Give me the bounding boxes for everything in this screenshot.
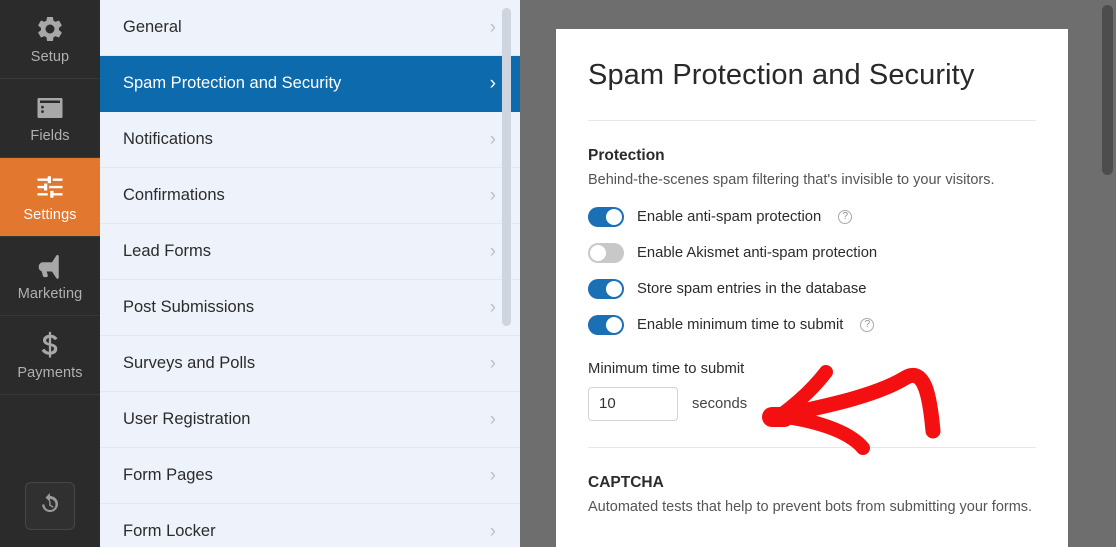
page-title: Spam Protection and Security: [588, 59, 975, 91]
panel-scrollbar[interactable]: [1102, 0, 1113, 547]
revert-changes-button[interactable]: [25, 482, 75, 530]
revert-history-icon: [38, 492, 62, 521]
minimum-time-to-submit-label: Minimum time to submit: [588, 360, 745, 377]
builder-preview-stage: Spam Protection and Security Protection …: [520, 0, 1116, 547]
toggle-row-akismet: Enable Akismet anti-spam protection: [588, 242, 1036, 263]
toggle-label: Enable minimum time to submit: [637, 316, 844, 333]
settings-item-label: Post Submissions: [123, 298, 255, 316]
rail-item-marketing[interactable]: Marketing: [0, 237, 100, 316]
settings-item-user-registration[interactable]: User Registration ›: [100, 392, 520, 448]
toggle-label: Enable Akismet anti-spam protection: [637, 244, 878, 261]
toggle-knob: [606, 280, 622, 297]
toggle-knob: [606, 316, 622, 333]
settings-item-label: General: [123, 18, 182, 36]
chevron-right-icon: ›: [489, 185, 496, 206]
settings-list-scrollbar[interactable]: [502, 0, 511, 547]
rail-item-fields[interactable]: Fields: [0, 79, 100, 158]
help-icon[interactable]: ?: [860, 317, 875, 332]
chevron-right-icon: ›: [489, 353, 496, 374]
toggle-enable-akismet-anti-spam-protection[interactable]: [588, 242, 624, 263]
toggle-enable-anti-spam-protection[interactable]: [588, 206, 624, 227]
chevron-right-icon: ›: [489, 129, 496, 150]
chevron-right-icon: ›: [489, 241, 496, 262]
settings-panel-card: Spam Protection and Security Protection …: [556, 29, 1068, 547]
settings-item-label: User Registration: [123, 410, 251, 428]
settings-item-post-submissions[interactable]: Post Submissions ›: [100, 280, 520, 336]
chevron-right-icon: ›: [489, 465, 496, 486]
toggle-label: Store spam entries in the database: [637, 280, 867, 297]
toggle-knob: [606, 208, 622, 225]
settings-item-lead-forms[interactable]: Lead Forms ›: [100, 224, 520, 280]
gear-icon: [35, 14, 65, 44]
settings-item-form-pages[interactable]: Form Pages ›: [100, 448, 520, 504]
panel-scrollbar-thumb[interactable]: [1102, 5, 1113, 175]
settings-section-list: General › Spam Protection and Security ›…: [100, 0, 520, 547]
rail-item-payments[interactable]: Payments: [0, 316, 100, 395]
settings-item-confirmations[interactable]: Confirmations ›: [100, 168, 520, 224]
rail-item-setup[interactable]: Setup: [0, 0, 100, 79]
settings-item-surveys-and-polls[interactable]: Surveys and Polls ›: [100, 336, 520, 392]
protection-description: Behind-the-scenes spam filtering that's …: [588, 172, 995, 188]
builder-icon-rail: Setup Fields Settings Marketing Payments: [0, 0, 100, 547]
settings-item-label: Surveys and Polls: [123, 354, 256, 372]
chevron-right-icon: ›: [489, 521, 496, 542]
megaphone-icon: [35, 251, 65, 281]
rail-item-label: Fields: [30, 127, 70, 144]
toggle-store-spam-entries-in-the-database[interactable]: [588, 278, 624, 299]
rail-item-settings[interactable]: Settings: [0, 158, 100, 237]
captcha-section: CAPTCHA Automated tests that help to pre…: [588, 448, 1036, 518]
settings-item-notifications[interactable]: Notifications ›: [100, 112, 520, 168]
chevron-right-icon: ›: [489, 17, 496, 38]
settings-item-general[interactable]: General ›: [100, 0, 520, 56]
chevron-right-icon: ›: [489, 297, 496, 318]
rail-item-label: Setup: [30, 48, 70, 65]
settings-item-label: Notifications: [123, 130, 213, 148]
toggle-row-store-spam-entries: Store spam entries in the database: [588, 278, 1036, 299]
minimum-time-to-submit-input[interactable]: [588, 386, 678, 421]
settings-item-label: Form Locker: [123, 522, 216, 540]
toggle-row-anti-spam: Enable anti-spam protection ?: [588, 206, 1036, 227]
toggle-enable-minimum-time-to-submit[interactable]: [588, 314, 624, 335]
wpforms-builder-window: Setup Fields Settings Marketing Payments: [0, 0, 1116, 547]
rail-item-label: Payments: [17, 364, 83, 381]
sliders-icon: [35, 172, 65, 202]
minimum-time-to-submit-field-row: seconds: [588, 386, 1036, 421]
list-icon: [35, 93, 65, 123]
settings-section-list-inner: General › Spam Protection and Security ›…: [100, 0, 520, 547]
protection-section: Protection Behind-the-scenes spam filter…: [588, 121, 1036, 421]
help-icon[interactable]: ?: [838, 209, 853, 224]
settings-panel-content: Spam Protection and Security Protection …: [556, 29, 1068, 517]
dollar-icon: [35, 330, 65, 360]
chevron-right-icon: ›: [489, 409, 496, 430]
settings-item-form-locker[interactable]: Form Locker ›: [100, 504, 520, 547]
captcha-heading: CAPTCHA: [588, 473, 664, 491]
captcha-description: Automated tests that help to prevent bot…: [588, 498, 1033, 515]
settings-list-scrollbar-thumb[interactable]: [502, 8, 511, 326]
settings-item-spam-protection-and-security[interactable]: Spam Protection and Security ›: [100, 56, 520, 112]
settings-item-label: Spam Protection and Security: [123, 74, 342, 92]
protection-heading: Protection: [588, 147, 665, 164]
chevron-right-icon: ›: [489, 73, 496, 94]
toggle-knob: [590, 244, 606, 261]
seconds-unit-label: seconds: [692, 395, 748, 412]
settings-item-label: Confirmations: [123, 186, 225, 204]
toggle-row-minimum-time-to-submit: Enable minimum time to submit ?: [588, 314, 1036, 335]
settings-item-label: Lead Forms: [123, 242, 212, 260]
settings-item-label: Form Pages: [123, 466, 213, 484]
rail-item-label: Settings: [23, 206, 77, 223]
rail-item-label: Marketing: [17, 285, 83, 302]
toggle-label: Enable anti-spam protection: [637, 208, 822, 225]
